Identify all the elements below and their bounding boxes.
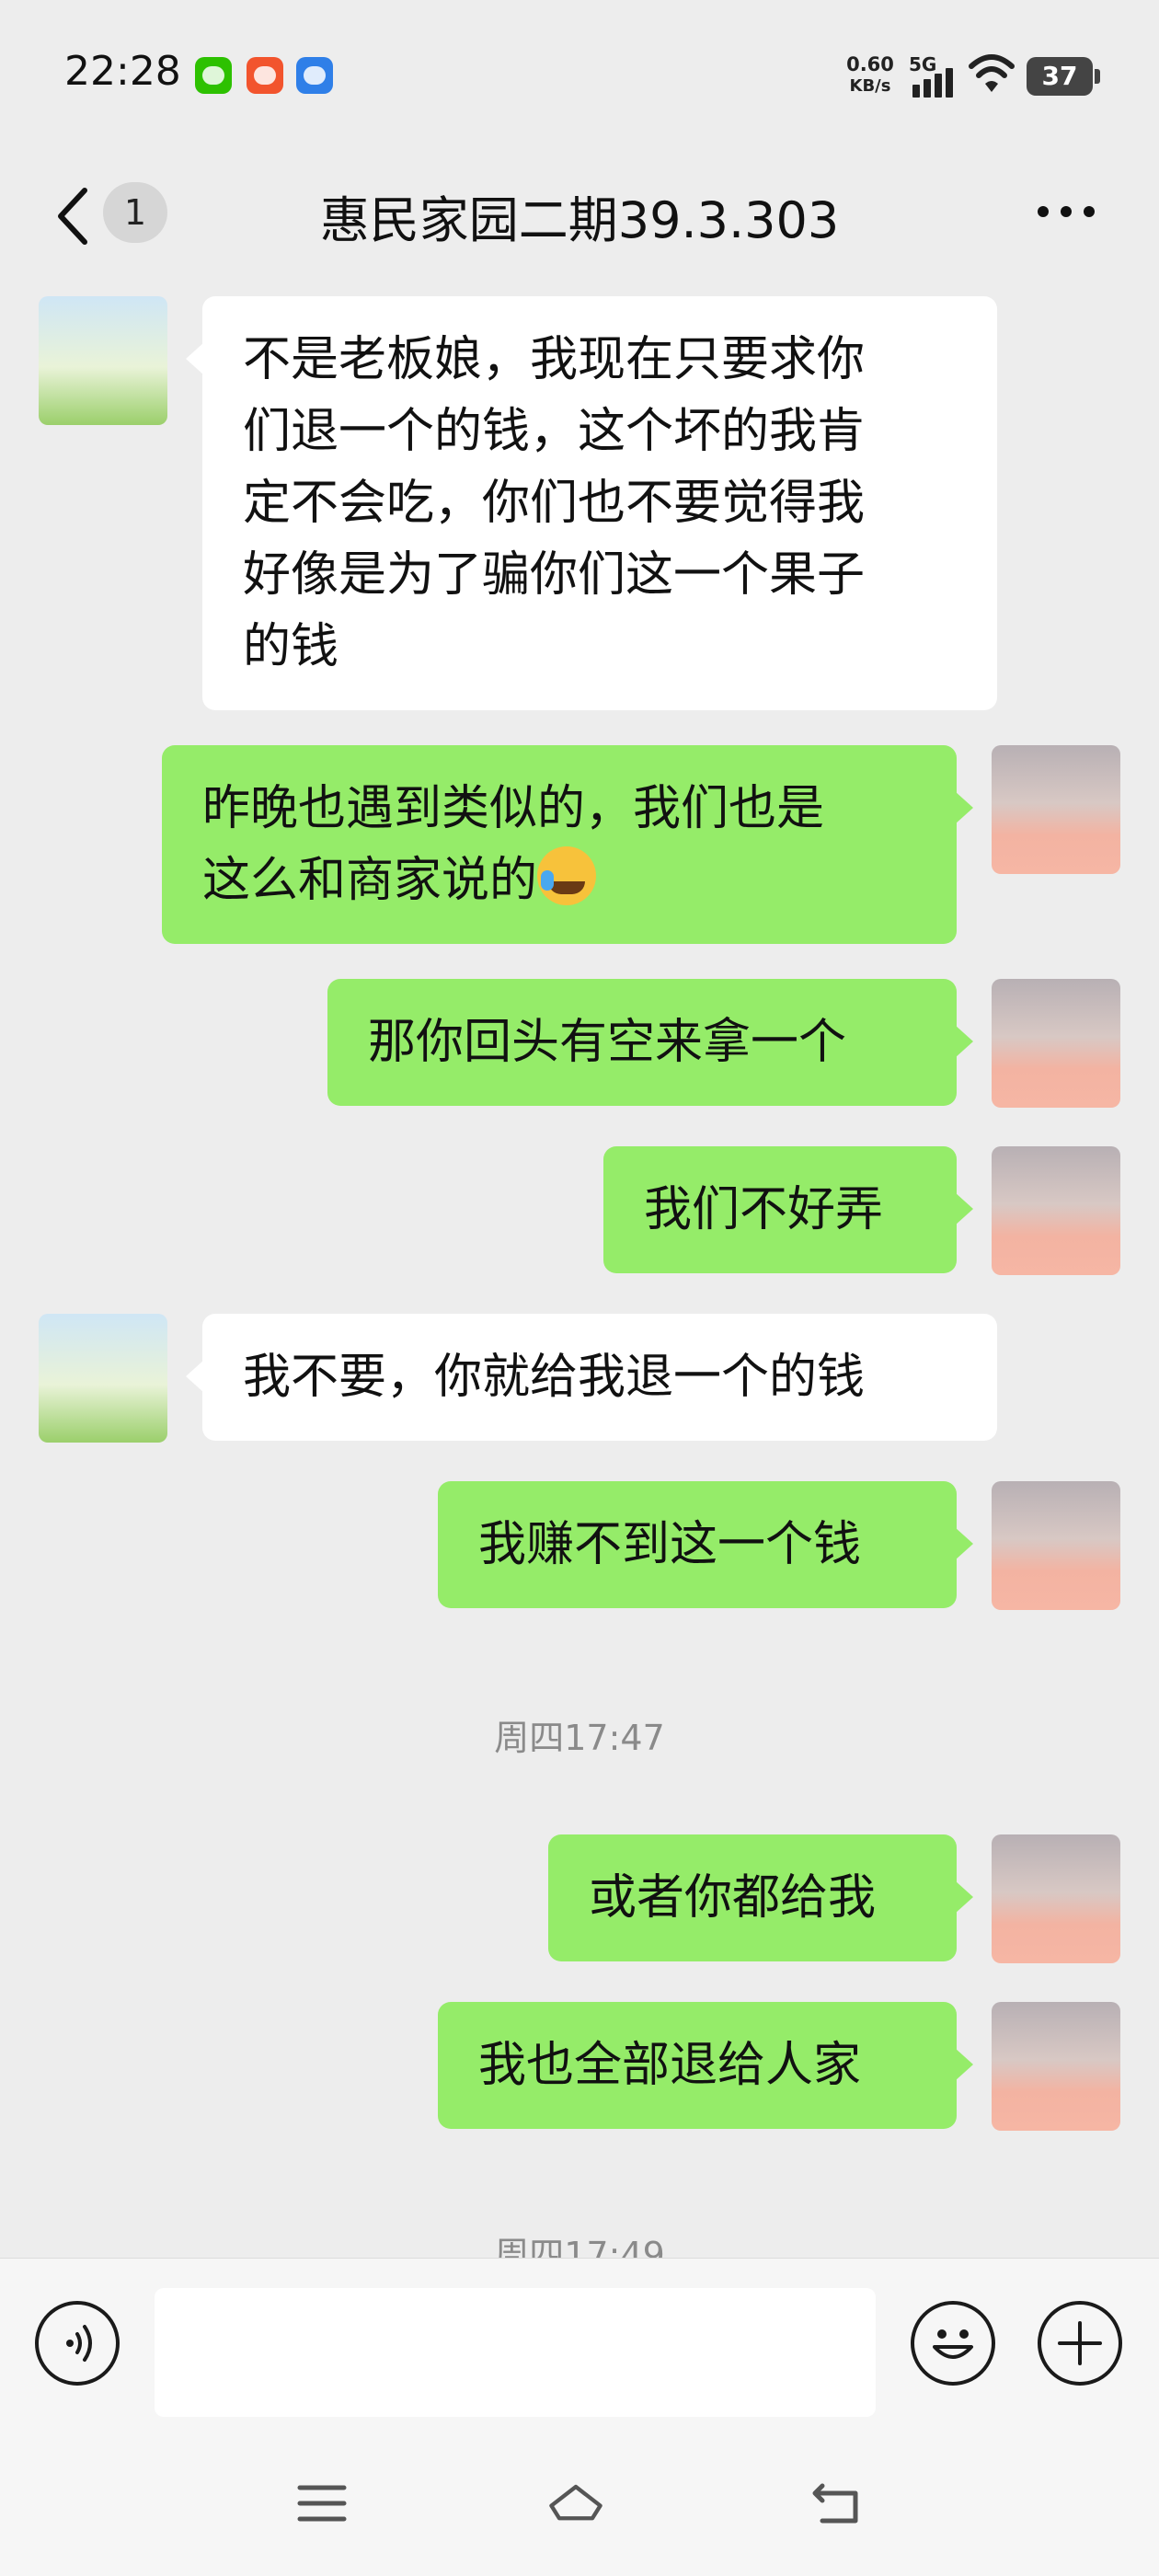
network-speed: 0.60 KB/s (846, 53, 894, 96)
message-bubble[interactable]: 那你回头有空来拿一个 (327, 979, 973, 1106)
app-icon (296, 57, 333, 94)
emoji-button[interactable] (911, 2301, 995, 2386)
signal-icon: 5G (909, 53, 960, 98)
menu-icon[interactable] (294, 2478, 350, 2528)
my-avatar[interactable] (992, 1481, 1120, 1610)
message-bubble[interactable]: 我赚不到这一个钱 (438, 1481, 973, 1608)
battery-icon: 37 (1027, 57, 1100, 96)
message-bubble[interactable]: 昨晚也遇到类似的，我们也是 这么和商家说的 (162, 745, 973, 944)
wechat-icon (195, 57, 232, 94)
chat-title: 惠民家园二期39.3.303 (319, 191, 840, 249)
voice-input-button[interactable] (35, 2301, 120, 2386)
timestamp: 周四17:47 (494, 1718, 665, 1758)
plus-icon (1058, 2321, 1102, 2365)
clock: 22:28 (64, 48, 181, 95)
message-bubble[interactable]: 我们不好弄 (603, 1146, 973, 1273)
home-icon[interactable] (548, 2478, 603, 2528)
status-bar: 22:28 0.60 KB/s 5G 37 (0, 0, 1159, 152)
smiley-icon (933, 2329, 973, 2359)
contact-avatar[interactable] (39, 1314, 167, 1443)
wifi-icon (969, 54, 1015, 92)
input-bar (0, 2258, 1159, 2429)
voice-icon (66, 2325, 92, 2362)
my-avatar[interactable] (992, 1146, 1120, 1275)
back-icon[interactable] (809, 2478, 865, 2528)
app-icon (247, 57, 283, 94)
my-avatar[interactable] (992, 2002, 1120, 2131)
message-bubble[interactable]: 我也全部退给人家 (438, 2002, 973, 2129)
my-avatar[interactable] (992, 745, 1120, 874)
message-input[interactable] (155, 2288, 876, 2417)
more-functions-button[interactable] (1038, 2301, 1122, 2386)
my-avatar[interactable] (992, 1834, 1120, 1963)
message-bubble[interactable]: 不是老板娘，我现在只要求你 们退一个的钱，这个坏的我肯 定不会吃，你们也不要觉得… (186, 296, 997, 710)
contact-avatar[interactable] (39, 296, 167, 425)
system-nav-bar (0, 2429, 1159, 2576)
laughing-tears-emoji-icon (537, 846, 597, 905)
my-avatar[interactable] (992, 979, 1120, 1108)
message-bubble[interactable]: 或者你都给我 (548, 1834, 973, 1961)
message-bubble[interactable]: 我不要，你就给我退一个的钱 (186, 1314, 997, 1441)
